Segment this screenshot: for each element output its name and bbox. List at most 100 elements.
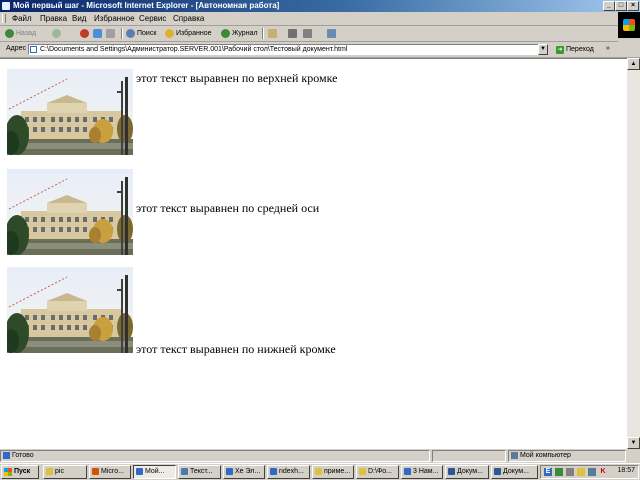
folder-icon (46, 468, 53, 475)
menu-tools[interactable]: Сервис (139, 14, 166, 23)
address-value: C:\Documents and Settings\Администратор.… (40, 46, 348, 53)
close-button[interactable]: × (627, 1, 639, 11)
address-bar: Адрес C:\Documents and Settings\Админист… (0, 42, 640, 58)
discuss-button[interactable] (327, 28, 336, 39)
mail-button[interactable] (268, 28, 277, 39)
folder-icon (359, 468, 366, 475)
menu-grip[interactable] (2, 14, 6, 23)
maximize-button[interactable]: □ (615, 1, 627, 11)
print-button[interactable] (288, 28, 297, 39)
page-content: этот текст выравнен по верхней кромке эт… (0, 58, 627, 449)
notepad-icon (181, 468, 188, 475)
scroll-down-button[interactable]: ▼ (627, 437, 640, 449)
toolbar-separator (262, 28, 264, 39)
word-icon (448, 468, 455, 475)
search-label: Поиск (137, 30, 157, 37)
caption-middle: этот текст выравнен по средней оси (136, 201, 320, 215)
menu-view[interactable]: Вид (72, 14, 86, 23)
standard-toolbar: Назад Поиск Избранное Журнал (0, 26, 618, 42)
address-input[interactable]: C:\Documents and Settings\Администратор.… (28, 44, 548, 55)
discuss-icon (327, 29, 336, 38)
home-icon (106, 29, 115, 38)
word-icon (494, 468, 501, 475)
scroll-up-button[interactable]: ▲ (627, 58, 640, 70)
go-button[interactable]: ➔ Переход (556, 44, 594, 55)
history-label: Журнал (232, 30, 258, 37)
clock[interactable]: 18:57 (617, 467, 635, 474)
taskbar-item[interactable]: приме... (312, 465, 354, 479)
title-bar: Мой первый шаг - Microsoft Internet Expl… (0, 0, 640, 12)
folder-icon (315, 468, 322, 475)
language-en-icon[interactable]: E (544, 468, 552, 476)
status-text-cell: Готово (0, 450, 430, 462)
building-photo (7, 169, 133, 255)
go-arrow-icon: ➔ (556, 45, 564, 54)
menu-favorites[interactable]: Избранное (94, 14, 135, 23)
favorites-star-icon (165, 29, 174, 38)
caption-bottom: этот текст выравнен по нижней кромке (136, 342, 336, 356)
taskbar-item[interactable]: pic (43, 465, 87, 479)
history-button[interactable]: Журнал (221, 28, 258, 39)
menu-bar: Файл Правка Вид Избранное Сервис Справка (0, 12, 640, 26)
taskbar-item[interactable]: D:\Фо... (356, 465, 399, 479)
stop-button[interactable] (80, 28, 89, 39)
status-page-icon (3, 451, 10, 459)
minimize-button[interactable]: _ (603, 1, 615, 11)
taskbar-item[interactable]: Докум... (445, 465, 489, 479)
windows-logo-icon (4, 468, 12, 476)
status-text: Готово (12, 452, 34, 459)
favorites-button[interactable]: Избранное (165, 28, 211, 39)
back-arrow-icon (5, 29, 14, 38)
start-button[interactable]: Пуск (1, 465, 39, 479)
edit-button[interactable] (303, 28, 312, 39)
ie-app-icon[interactable] (2, 2, 10, 10)
edit-icon (303, 29, 312, 38)
search-icon (126, 29, 135, 38)
network-icon[interactable] (555, 468, 563, 476)
taskbar: Пуск pic Micro... Мой... Текст... Хе Эл.… (0, 463, 640, 480)
home-button[interactable] (106, 28, 115, 39)
back-button[interactable]: Назад (5, 28, 36, 39)
status-bar: Готово Мой компьютер (0, 449, 640, 463)
vertical-scrollbar[interactable]: ▲ ▼ (627, 58, 640, 449)
ie-icon (136, 468, 143, 475)
taskbar-item[interactable]: ndexh... (267, 465, 310, 479)
taskbar-item[interactable]: Micro... (89, 465, 131, 479)
status-zone-cell: Мой компьютер (508, 450, 626, 462)
taskbar-item-active[interactable]: Мой... (133, 465, 176, 479)
taskbar-item[interactable]: 3 Нам... (401, 465, 443, 479)
favorites-label: Избранное (176, 30, 212, 37)
ie-icon (226, 468, 233, 475)
menu-file[interactable]: Файл (12, 14, 32, 23)
refresh-button[interactable] (93, 28, 102, 39)
forward-arrow-icon (52, 29, 61, 38)
status-zone: Мой компьютер (520, 452, 571, 459)
go-label: Переход (566, 46, 594, 53)
mail-icon (268, 29, 277, 38)
address-dropdown-button[interactable]: ▼ (538, 44, 548, 55)
powerpoint-icon (92, 468, 99, 475)
links-chevron[interactable]: » (606, 45, 610, 52)
computer-icon (511, 451, 518, 459)
tray-app-icon[interactable] (577, 468, 585, 476)
caption-top: этот текст выравнен по верхней кромке (136, 71, 338, 85)
taskbar-item[interactable]: Хе Эл... (223, 465, 265, 479)
menu-help[interactable]: Справка (173, 14, 204, 23)
kaspersky-icon[interactable]: K (599, 468, 607, 476)
print-icon (288, 29, 297, 38)
taskbar-item[interactable]: Текст... (178, 465, 221, 479)
taskbar-item[interactable]: Докум... (491, 465, 538, 479)
refresh-icon (93, 29, 102, 38)
windows-flag-icon (623, 19, 635, 31)
tray-monitor-icon[interactable] (588, 468, 596, 476)
menu-edit[interactable]: Правка (40, 14, 67, 23)
search-button[interactable]: Поиск (126, 28, 156, 39)
forward-button[interactable] (52, 28, 61, 39)
speaker-icon[interactable] (566, 468, 574, 476)
status-progress-cell (432, 450, 506, 462)
building-photo (7, 69, 133, 155)
stop-icon (80, 29, 89, 38)
window-title: Мой первый шаг - Microsoft Internet Expl… (13, 1, 280, 10)
toolbar-separator (121, 28, 123, 39)
history-icon (221, 29, 230, 38)
